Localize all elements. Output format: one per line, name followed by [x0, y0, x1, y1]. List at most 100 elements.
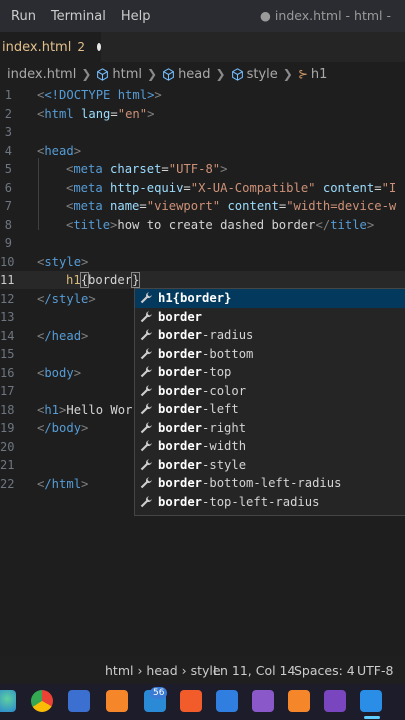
menu-bar: Run Terminal Help ● index.html - html - [0, 0, 405, 32]
menu-run[interactable]: Run [0, 9, 36, 24]
suggestion-rest: -left [202, 402, 239, 416]
menu-help[interactable]: Help [110, 9, 151, 24]
breadcrumb-style[interactable]: style [231, 67, 278, 82]
tab-bar: index.html 2 [0, 32, 405, 62]
suggestion-item[interactable]: border -top-left-radius [135, 493, 405, 512]
suggestion-item[interactable]: border -radius [135, 326, 405, 345]
status-path[interactable]: html › head › style [105, 663, 221, 678]
visual-studio-icon[interactable] [324, 690, 346, 712]
suggestion-match: border [158, 420, 203, 435]
suggestion-rest: -bottom [202, 346, 254, 361]
wrench-icon [139, 476, 153, 490]
cube-icon [163, 67, 174, 81]
code-line: 6 <meta http-equiv="X-UA-Compatible" cont… [4, 180, 397, 195]
suggestion-match: border [158, 383, 203, 398]
suggestion-rest: -radius [202, 328, 254, 342]
wrench-icon [139, 439, 153, 453]
mail-icon[interactable] [216, 690, 238, 712]
suggestion-rest: -bottom-left-radius [202, 476, 342, 490]
taskbar: 56 [0, 684, 405, 720]
suggestion-match: border [158, 457, 203, 472]
tab-label: index.html [2, 39, 72, 55]
status-bar: html › head › style Ln 11, Col 14 Spaces… [0, 656, 405, 684]
suggestion-item[interactable]: border [135, 308, 405, 327]
wrench-icon [139, 458, 153, 472]
active-app-indicator [364, 716, 380, 719]
suggestion-rest: -width [202, 439, 247, 453]
suggestion-match: border [158, 365, 203, 379]
vscode-icon[interactable] [360, 690, 382, 712]
wrench-icon [139, 495, 153, 509]
breadcrumb-head[interactable]: head [162, 67, 211, 82]
breadcrumb-html[interactable]: html [96, 67, 142, 82]
cube-icon [231, 67, 243, 81]
unsaved-dot-icon[interactable] [96, 43, 101, 51]
chevron-right-icon: ❯ [282, 67, 293, 81]
store-icon[interactable] [68, 690, 90, 712]
suggestion-match: border [158, 439, 203, 453]
code-line: 8 <title>how to create dashed border</tit… [4, 217, 375, 232]
xampp-icon[interactable] [288, 690, 310, 712]
code-line: 3 [4, 125, 12, 139]
notification-badge: 56 [150, 687, 168, 699]
wrench-icon [139, 384, 153, 398]
suggestion-item[interactable]: h1{border} [135, 289, 405, 308]
tab-index-html[interactable]: index.html 2 [0, 32, 101, 62]
code-line: 9 [4, 236, 12, 250]
tab-problem-count: 2 [77, 40, 85, 54]
suggestion-match: border [158, 328, 203, 342]
suggestion-rest: -color [202, 383, 247, 398]
chevron-right-icon: ❯ [147, 67, 158, 81]
suggestion-match: border [158, 346, 203, 361]
suggestion-item[interactable]: border -width [135, 437, 405, 456]
xampp-icon[interactable] [106, 690, 128, 712]
suggestion-match: border [158, 402, 203, 416]
suggestion-item[interactable]: border -color [135, 382, 405, 401]
wrench-icon [139, 291, 153, 305]
code-line: 1 <<!DOCTYPE html>> [4, 88, 162, 102]
brave-icon[interactable] [180, 690, 202, 712]
chevron-right-icon: ❯ [215, 67, 226, 81]
selector-icon: ⊱ [297, 67, 308, 81]
suggestion-item[interactable]: border -bottom [135, 345, 405, 364]
code-line: 2 <html lang="en"> [4, 106, 155, 121]
autocomplete-list[interactable]: h1{border} border border -radius border -bott… [134, 288, 405, 516]
wrench-icon [139, 310, 153, 324]
breadcrumb-file[interactable]: index.html [7, 67, 76, 82]
edge-icon[interactable] [0, 690, 16, 712]
suggestion-item[interactable]: border -style [135, 456, 405, 475]
cube-icon [97, 67, 109, 81]
suggestion-item[interactable]: border -top [135, 363, 405, 382]
code-line: 4 <head> [4, 143, 82, 158]
suggestion-rest: -right [202, 420, 247, 435]
suggestion-item[interactable]: border -bottom-left-radius [135, 474, 405, 493]
visual-studio-icon[interactable] [252, 690, 274, 712]
window-title: ● index.html - html - [260, 8, 391, 23]
suggestion-rest: -top [202, 365, 232, 379]
chrome-icon[interactable] [31, 690, 53, 712]
code-line-current: 11 h1{border} [0, 271, 405, 289]
suggestion-match: h1{border} [158, 291, 232, 305]
code-line: 5 <meta charset="UTF-8"> [4, 162, 228, 176]
chevron-right-icon: ❯ [81, 67, 92, 81]
breadcrumb-h1[interactable]: ⊱ h1 [298, 67, 328, 82]
code-line: 7 <meta name="viewport" content="width=de… [4, 199, 397, 213]
wrench-icon [139, 365, 153, 379]
wrench-icon [139, 347, 153, 361]
suggestion-match: border [158, 309, 203, 324]
suggestion-match: border [158, 476, 203, 490]
status-encoding[interactable]: UTF-8 [357, 663, 393, 678]
breadcrumb: index.html ❯ html ❯ head ❯ style ❯ ⊱ h1 [0, 62, 405, 86]
suggestion-item[interactable]: border -left [135, 400, 405, 419]
status-indentation[interactable]: Spaces: 4 [294, 663, 355, 678]
status-cursor-position[interactable]: Ln 11, Col 14 [213, 663, 295, 678]
wrench-icon [139, 328, 153, 342]
wrench-icon [139, 402, 153, 416]
code-line: 10 <style> [0, 254, 89, 269]
suggestion-item[interactable]: border -right [135, 419, 405, 438]
suggestion-rest: -top-left-radius [202, 494, 320, 509]
menu-terminal[interactable]: Terminal [40, 9, 106, 24]
suggestion-match: border [158, 494, 203, 509]
suggestion-rest: -style [202, 457, 247, 472]
wrench-icon [139, 421, 153, 435]
